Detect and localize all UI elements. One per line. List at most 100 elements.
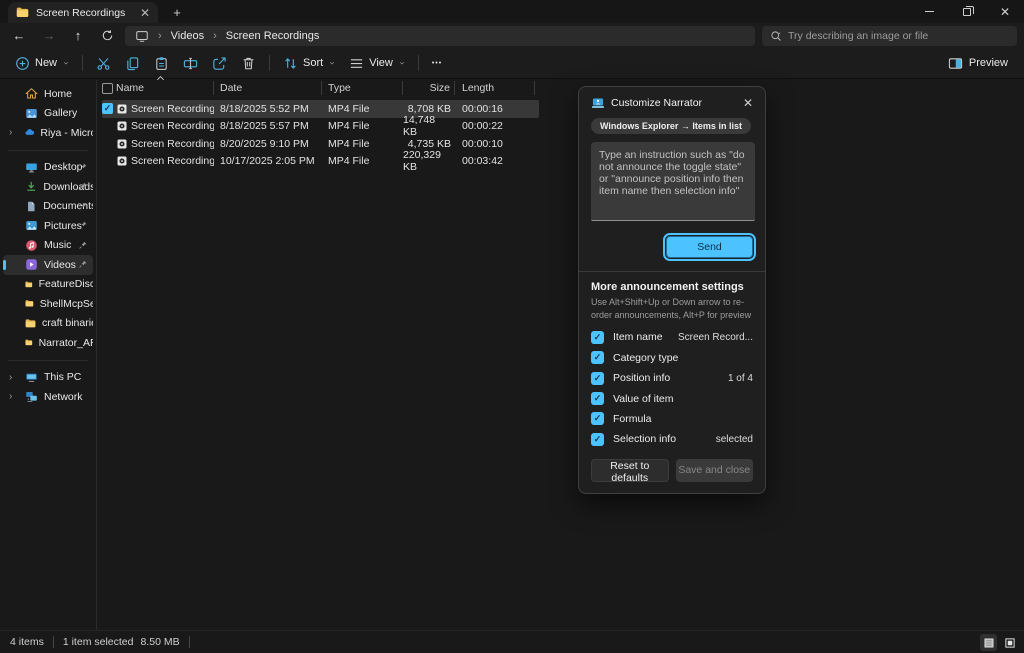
sidebar-item-label: ShellMcpServers (40, 298, 93, 310)
close-button[interactable]: ✕ (986, 0, 1024, 23)
sort-button[interactable]: Sort (276, 51, 342, 75)
select-all-checkbox[interactable] (102, 83, 113, 94)
file-type: MP4 File (322, 120, 403, 132)
sidebar-item-label: craft binaries (42, 317, 93, 329)
settings-help-text: Use Alt+Shift+Up or Down arrow to re-ord… (591, 296, 753, 321)
explorer-tab[interactable]: Screen Recordings ✕ (8, 2, 158, 23)
search-box[interactable] (762, 26, 1017, 46)
file-type: MP4 File (322, 103, 403, 115)
forward-button[interactable]: → (38, 26, 60, 45)
up-button[interactable]: ↑ (67, 26, 89, 45)
sidebar-item-gallery[interactable]: Gallery (3, 104, 93, 124)
announcement-option-value-of-item[interactable]: ✓ Value of item (591, 388, 753, 408)
file-row[interactable]: Screen Recording 20... 8/18/2025 5:57 PM… (102, 118, 539, 136)
sidebar-item-featurediscoverabil[interactable]: FeatureDiscoverabil (3, 275, 93, 295)
save-and-close-button[interactable]: Save and close (676, 459, 754, 482)
instruction-textarea[interactable] (591, 142, 755, 221)
narrator-icon (591, 96, 605, 110)
sidebar-item-pictures[interactable]: Pictures (3, 216, 93, 236)
sidebar-item-music[interactable]: Music (3, 236, 93, 256)
announcement-option-category-type[interactable]: ✓ Category type (591, 348, 753, 368)
search-input[interactable] (788, 30, 1009, 42)
checkbox-checked[interactable]: ✓ (591, 372, 604, 385)
desktop-monitor-icon[interactable] (135, 29, 149, 43)
reset-to-defaults-button[interactable]: Reset to defaults (591, 459, 669, 482)
sidebar-item-label: Music (44, 239, 71, 251)
sidebar-item-label: Desktop (44, 161, 83, 173)
icons-view-icon (1004, 637, 1016, 649)
search-icon (770, 30, 782, 42)
sidebar-item-craft-binaries[interactable]: craft binaries (3, 314, 93, 334)
share-button[interactable] (205, 51, 234, 75)
column-header-name[interactable]: Name (102, 81, 214, 95)
back-button[interactable]: ← (8, 26, 30, 45)
new-button[interactable]: New (8, 51, 76, 75)
announcement-option-formula[interactable]: ✓ Formula (591, 409, 753, 429)
file-date: 8/20/2025 9:10 PM (214, 138, 322, 150)
view-button[interactable]: View (342, 51, 412, 75)
announcement-option-item-name[interactable]: ✓ Item name Screen Record... (591, 327, 753, 347)
column-header-length[interactable]: Length (455, 81, 535, 95)
cut-button[interactable] (89, 51, 118, 75)
checkbox-checked[interactable]: ✓ (591, 412, 604, 425)
checkbox-checked[interactable]: ✓ (591, 433, 604, 446)
copy-button[interactable] (118, 51, 147, 75)
option-value: 1 of 4 (728, 373, 753, 384)
sidebar-item-videos[interactable]: Videos (3, 255, 93, 275)
dialog-close-icon[interactable]: ✕ (743, 96, 753, 110)
chevron-down-icon (399, 60, 405, 66)
sidebar-item-network[interactable]: › Network (3, 387, 93, 407)
tab-close-icon[interactable]: ✕ (140, 7, 150, 19)
folder-icon (25, 297, 34, 310)
sidebar-item-narrator-arm[interactable]: Narrator_ARM_281' (3, 333, 93, 353)
breadcrumb-item-videos[interactable]: Videos (171, 30, 204, 42)
icons-view-toggle[interactable] (1001, 634, 1018, 651)
column-header-size[interactable]: Size (403, 81, 455, 95)
preview-button[interactable]: Preview (940, 51, 1016, 75)
rename-button[interactable] (176, 51, 205, 75)
sidebar-item-this-pc[interactable]: › This PC (3, 368, 93, 388)
checkbox-checked[interactable]: ✓ (591, 351, 604, 364)
send-button[interactable]: Send (666, 236, 753, 258)
sidebar-item-onedrive[interactable]: › Riya - Microsoft (3, 123, 93, 143)
file-row[interactable]: Screen Recording 20... 10/17/2025 2:05 P… (102, 153, 539, 171)
file-row[interactable]: ✓ Screen Recording 20... 8/18/2025 5:52 … (102, 100, 539, 118)
column-header-type[interactable]: Type (322, 81, 403, 95)
titlebar: Screen Recordings ✕ + ✕ (0, 0, 1024, 23)
file-row[interactable]: Screen Recording 20... 8/20/2025 9:10 PM… (102, 135, 539, 153)
sidebar-item-label: Home (44, 88, 72, 100)
checkbox-checked[interactable]: ✓ (591, 392, 604, 405)
expand-chevron-icon[interactable]: › (9, 391, 12, 402)
announcement-option-selection-info[interactable]: ✓ Selection info selected (591, 429, 753, 449)
sidebar-item-documents[interactable]: Documents (3, 197, 93, 217)
refresh-button[interactable] (96, 26, 118, 45)
breadcrumb-item-screen-recordings[interactable]: Screen Recordings (226, 30, 320, 42)
sidebar-item-desktop[interactable]: Desktop (3, 158, 93, 178)
new-tab-button[interactable]: + (168, 3, 186, 21)
announcement-option-position-info[interactable]: ✓ Position info 1 of 4 (591, 368, 753, 388)
dialog-separator (579, 271, 765, 272)
file-length: 00:03:42 (455, 155, 535, 167)
status-bar: 4 items 1 item selected 8.50 MB (0, 630, 1024, 653)
column-header-date[interactable]: Date (214, 81, 322, 95)
toolbar-separator (418, 55, 419, 71)
more-options-button[interactable]: ••• (425, 51, 449, 75)
breadcrumb-chevron: › (213, 30, 217, 42)
pin-icon (78, 201, 88, 211)
selection-size: 8.50 MB (140, 636, 179, 648)
expand-chevron-icon[interactable]: › (9, 127, 12, 138)
row-checkbox[interactable]: ✓ (102, 103, 113, 114)
delete-button[interactable] (234, 51, 263, 75)
sidebar-item-downloads[interactable]: Downloads (3, 177, 93, 197)
videos-icon (25, 258, 38, 271)
paste-button[interactable] (147, 51, 176, 75)
sidebar-item-home[interactable]: Home (3, 84, 93, 104)
details-view-toggle[interactable] (980, 634, 997, 651)
paste-icon (154, 56, 169, 71)
sidebar-item-shellmcpservers[interactable]: ShellMcpServers (3, 294, 93, 314)
minimize-button[interactable] (910, 0, 948, 23)
file-list: Name Date Type Size Length ✓ Screen Reco… (98, 80, 1024, 630)
checkbox-checked[interactable]: ✓ (591, 331, 604, 344)
expand-chevron-icon[interactable]: › (9, 372, 12, 383)
maximize-restore-button[interactable] (948, 0, 986, 23)
